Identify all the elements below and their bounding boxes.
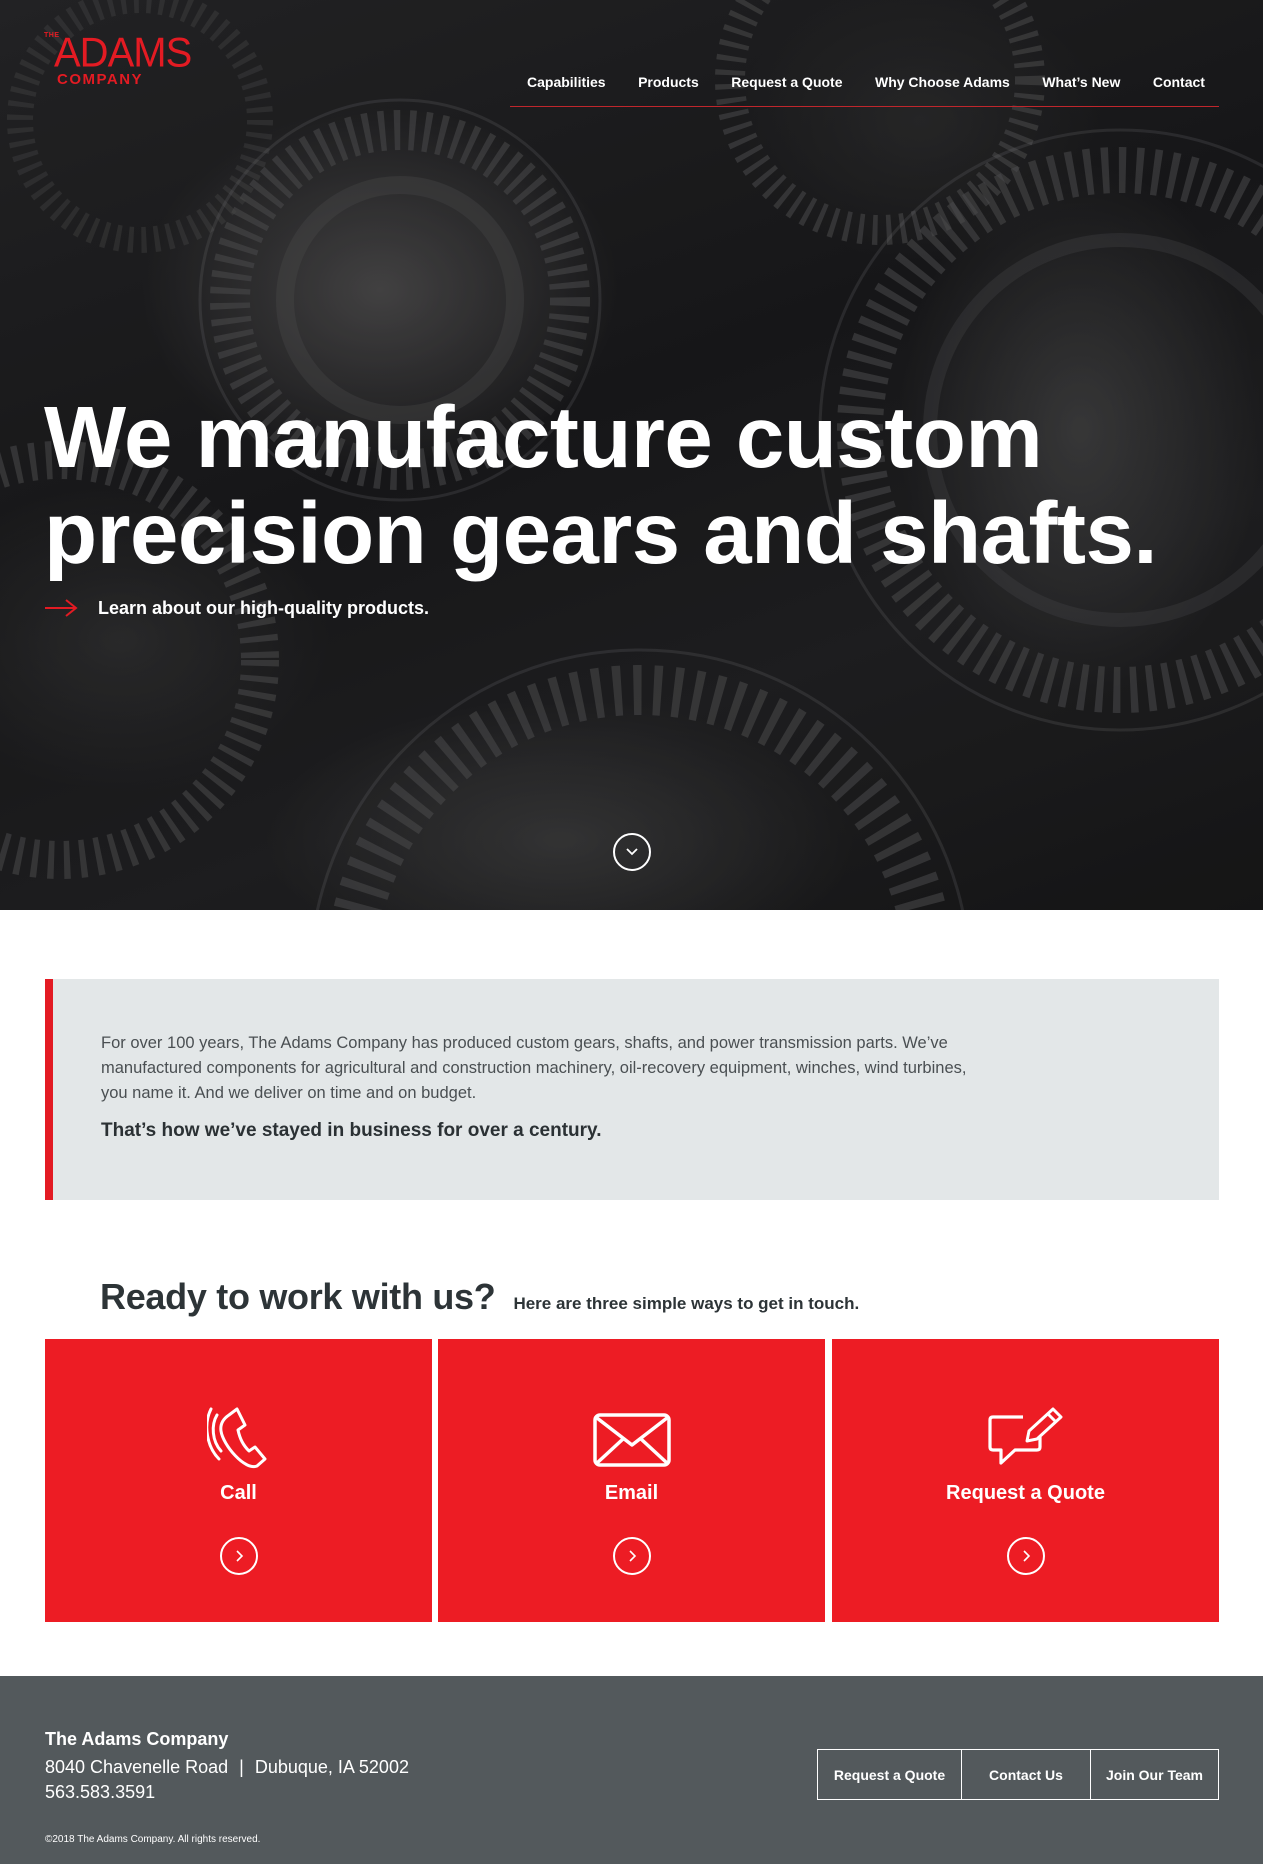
call-label: Call (220, 1482, 257, 1504)
site-footer: The Adams Company 8040 Chavenelle Road | D… (0, 1676, 1263, 1864)
nav-products[interactable]: Products (638, 74, 699, 90)
footer-street: 8040 Chavenelle Road (45, 1757, 229, 1777)
adams-company-logo[interactable]: THE ADAMS COMPANY (44, 31, 192, 90)
footer-city: Dubuque, IA 52002 (254, 1757, 409, 1777)
nav-whats-new[interactable]: What’s New (1042, 74, 1120, 90)
intro-body-text: For over 100 years, The Adams Company ha… (101, 1034, 967, 1102)
hero-headline: We manufacture custom precision gears an… (44, 390, 1224, 582)
request-quote-label: Request a Quote (946, 1482, 1105, 1504)
footer-address-separator: | (239, 1757, 244, 1777)
envelope-icon (592, 1413, 671, 1467)
chevron-right-icon (235, 1550, 243, 1562)
learn-products-link[interactable]: Learn about our high-quality products. (44, 596, 429, 620)
arrow-right-icon (45, 599, 78, 617)
hero-headline-line1: We manufacture custom (44, 389, 1043, 486)
contact-options: Call Email Request a Quote (45, 1339, 1219, 1622)
contact-subheading: Here are three simple ways to get in tou… (513, 1294, 860, 1313)
request-quote-go-button[interactable] (1006, 1537, 1045, 1575)
footer-contact-us-button[interactable]: Contact Us (961, 1750, 1090, 1799)
email-card[interactable]: Email (438, 1339, 825, 1622)
hero-section: THE ADAMS COMPANY Capabilities Products … (0, 0, 1263, 910)
footer-button-group: Request a Quote Contact Us Join Our Team (817, 1749, 1219, 1800)
footer-address: 8040 Chavenelle Road | Dubuque, IA 52002 (45, 1757, 409, 1778)
contact-heading-row: Ready to work with us? Here are three si… (100, 1276, 859, 1324)
footer-copyright: ©2018 The Adams Company. All rights rese… (45, 1834, 261, 1845)
chevron-down-icon (626, 848, 638, 856)
chevron-right-icon (1022, 1550, 1030, 1562)
footer-request-quote-button[interactable]: Request a Quote (818, 1750, 961, 1799)
call-go-button[interactable] (219, 1537, 258, 1575)
nav-contact[interactable]: Contact (1153, 74, 1205, 90)
phone-icon (206, 1407, 266, 1468)
footer-join-team-button[interactable]: Join Our Team (1090, 1750, 1218, 1799)
intro-tagline: That’s how we’ve stayed in business for … (101, 1120, 602, 1141)
email-label: Email (604, 1482, 659, 1504)
hero-headline-line2: precision gears and shafts. (44, 485, 1158, 582)
footer-company-name: The Adams Company (45, 1729, 229, 1749)
chat-pencil-icon (987, 1407, 1062, 1465)
contact-heading: Ready to work with us? (100, 1276, 496, 1317)
nav-request-quote[interactable]: Request a Quote (731, 74, 842, 90)
logo-company: COMPANY (57, 71, 144, 88)
intro-callout: For over 100 years, The Adams Company ha… (45, 979, 1219, 1200)
email-go-button[interactable] (612, 1537, 651, 1575)
footer-phone[interactable]: 563.583.3591 (45, 1782, 155, 1803)
nav-capabilities[interactable]: Capabilities (527, 74, 606, 90)
scroll-down-button[interactable] (613, 833, 651, 871)
request-quote-card[interactable]: Request a Quote (832, 1339, 1219, 1622)
call-card[interactable]: Call (45, 1339, 432, 1622)
learn-products-text: Learn about our high-quality products. (98, 597, 429, 618)
chevron-right-icon (628, 1550, 636, 1562)
logo-adams: ADAMS (54, 29, 192, 77)
nav-why-choose-adams[interactable]: Why Choose Adams (875, 74, 1010, 90)
main-nav: Capabilities Products Request a Quote Wh… (510, 64, 1219, 107)
